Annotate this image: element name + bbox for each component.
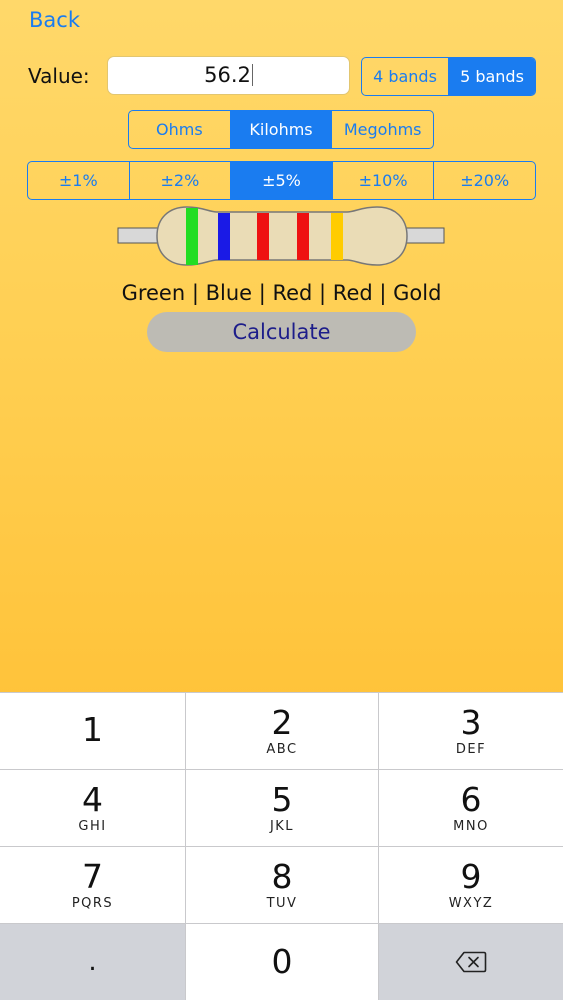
band-count-toggle: 4 bands 5 bands <box>361 57 536 96</box>
key-0[interactable]: 0 <box>186 924 378 1000</box>
key-8-number: 8 <box>271 857 293 896</box>
resistor-band-4 <box>297 213 309 260</box>
tolerance-5[interactable]: ±5% <box>230 162 332 199</box>
keypad-divider <box>0 846 563 847</box>
backspace-icon <box>455 951 487 973</box>
key-9[interactable]: 9 WXYZ <box>379 847 563 923</box>
numeric-keypad: 1 2 ABC 3 DEF 4 GHI 5 JKL 6 MNO 7 PQRS 8… <box>0 692 563 1000</box>
calculate-button[interactable]: Calculate <box>147 312 416 352</box>
keypad-divider <box>0 923 563 924</box>
key-4[interactable]: 4 GHI <box>0 770 185 846</box>
key-8-letters: TUV <box>266 896 298 911</box>
resistor-band-3 <box>257 213 269 260</box>
tolerance-selector: ±1% ±2% ±5% ±10% ±20% <box>27 161 536 200</box>
key-6-number: 6 <box>460 780 482 819</box>
resistor-band-2 <box>218 213 230 260</box>
key-5-number: 5 <box>271 780 293 819</box>
text-caret <box>251 64 253 86</box>
key-3-number: 3 <box>460 702 482 742</box>
key-5-letters: JKL <box>269 819 295 834</box>
tolerance-1[interactable]: ±1% <box>28 162 129 199</box>
keypad-divider <box>0 769 563 770</box>
key-8[interactable]: 8 TUV <box>186 847 378 923</box>
key-4-number: 4 <box>82 780 103 819</box>
value-text: 56.2 <box>204 63 251 87</box>
color-code-readout: Green | Blue | Red | Red | Gold <box>121 281 442 305</box>
keypad-divider <box>0 692 563 693</box>
key-7[interactable]: 7 PQRS <box>0 847 185 923</box>
resistor-band-5 <box>331 213 343 260</box>
key-3[interactable]: 3 DEF <box>379 692 563 769</box>
key-9-letters: WXYZ <box>448 896 494 911</box>
key-1-number: 1 <box>82 710 103 749</box>
key-2-letters: ABC <box>266 741 298 757</box>
resistor-lead-left <box>117 227 164 244</box>
unit-kilohms[interactable]: Kilohms <box>229 111 332 148</box>
key-2-number: 2 <box>271 702 293 742</box>
key-2[interactable]: 2 ABC <box>186 692 378 769</box>
key-5[interactable]: 5 JKL <box>186 770 378 846</box>
tolerance-20[interactable]: ±20% <box>433 162 535 199</box>
value-label: Value: <box>28 64 90 88</box>
key-1[interactable]: 1 <box>0 692 185 769</box>
key-decimal-symbol: . <box>88 947 97 977</box>
value-input[interactable]: 56.2 <box>107 56 350 95</box>
tolerance-2[interactable]: ±2% <box>128 162 231 199</box>
keypad-divider <box>378 692 379 1000</box>
resistor-band-1 <box>186 208 198 265</box>
key-decimal[interactable]: . <box>0 924 185 1000</box>
key-delete[interactable] <box>379 924 563 1000</box>
unit-megohms[interactable]: Megohms <box>331 111 433 148</box>
keypad-divider <box>185 692 186 1000</box>
key-7-letters: PQRS <box>71 896 114 911</box>
back-button[interactable]: Back <box>29 8 80 32</box>
key-6-letters: MNO <box>453 819 489 834</box>
unit-selector: Ohms Kilohms Megohms <box>128 110 434 149</box>
unit-ohms[interactable]: Ohms <box>129 111 230 148</box>
resistor-diagram <box>117 206 445 266</box>
key-0-number: 0 <box>271 942 293 981</box>
key-3-letters: DEF <box>455 741 487 757</box>
option-4-bands[interactable]: 4 bands <box>362 58 448 95</box>
key-6[interactable]: 6 MNO <box>379 770 563 846</box>
key-9-number: 9 <box>460 857 482 896</box>
key-7-number: 7 <box>82 857 103 896</box>
tolerance-10[interactable]: ±10% <box>331 162 434 199</box>
option-5-bands[interactable]: 5 bands <box>448 58 535 95</box>
key-4-letters: GHI <box>78 819 107 834</box>
